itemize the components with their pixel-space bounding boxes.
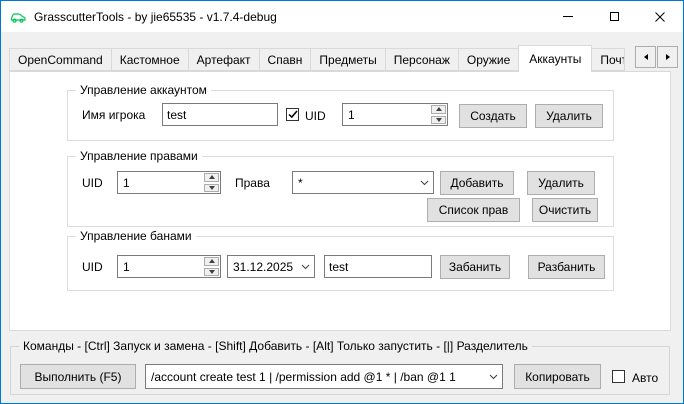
triangle-down-icon [209, 186, 215, 190]
ban-date-picker[interactable]: 31.12.2025 [227, 255, 315, 278]
arrow-right-icon [666, 54, 670, 60]
tab-items[interactable]: Предметы [310, 48, 385, 71]
permission-management-group: Управление правами UID 1 Права * Добавит… [67, 156, 614, 227]
player-name-label: Имя игрока [82, 108, 145, 122]
spinner-buttons [430, 104, 447, 125]
run-command-button[interactable]: Выполнить (F5) [20, 364, 136, 389]
spinner-up-button[interactable] [204, 257, 219, 266]
combo-arrow[interactable] [485, 365, 502, 388]
tab-character[interactable]: Персонаж [385, 48, 459, 71]
add-permission-button[interactable]: Добавить [440, 171, 514, 195]
window-title: GrasscutterTools - by jie65535 - v1.7.4-… [34, 10, 277, 24]
ban-uid-spinner[interactable]: 1 [117, 255, 221, 278]
command-value: /account create test 1 | /permission add… [146, 370, 485, 384]
spinner-buttons [203, 172, 220, 193]
spinner-buttons [203, 256, 220, 277]
titlebar: GrasscutterTools - by jie65535 - v1.7.4-… [1, 1, 683, 32]
tab-scroll-buttons [634, 46, 678, 68]
rights-value: * [293, 176, 416, 190]
ban-button[interactable]: Забанить [440, 255, 510, 279]
rights-combobox[interactable]: * [292, 171, 434, 194]
commands-group: Команды - [Ctrl] Запуск и замена - [Shif… [10, 346, 670, 395]
chevron-down-icon [420, 180, 429, 186]
commands-group-title: Команды - [Ctrl] Запуск и замена - [Shif… [19, 339, 532, 353]
triangle-down-icon [436, 118, 442, 122]
minimize-icon [563, 16, 573, 17]
chevron-down-icon [301, 264, 310, 270]
permission-uid-label: UID [82, 176, 103, 190]
account-uid-spinner[interactable]: 1 [342, 103, 448, 126]
auto-checkbox-label: Авто [632, 371, 658, 385]
remove-permission-button[interactable]: Удалить [527, 171, 595, 195]
triangle-up-icon [209, 175, 215, 179]
ban-uid-label: UID [82, 260, 103, 274]
tab-mail[interactable]: Почта [591, 48, 625, 71]
tab-artifact[interactable]: Артефакт [188, 48, 260, 71]
tab-scroll-right-button[interactable] [657, 46, 678, 68]
spinner-down-button[interactable] [431, 116, 446, 125]
ban-group-title: Управление банами [76, 229, 196, 243]
app-logo-car-icon [10, 9, 26, 25]
permission-uid-value: 1 [118, 172, 203, 193]
tab-accounts-active[interactable]: Аккаунты [518, 45, 592, 72]
ban-management-group: Управление банами UID 1 31.12.2025 Забан… [67, 236, 614, 291]
close-button[interactable] [637, 1, 683, 32]
account-group-title: Управление аккаунтом [76, 83, 211, 97]
ban-date-value: 31.12.2025 [228, 260, 297, 274]
tab-custom[interactable]: Кастомное [111, 48, 189, 71]
spinner-down-button[interactable] [204, 268, 219, 277]
list-permissions-button[interactable]: Список прав [427, 198, 520, 222]
triangle-up-icon [209, 259, 215, 263]
tab-opencommand[interactable]: OpenCommand [9, 48, 112, 71]
command-combobox[interactable]: /account create test 1 | /permission add… [145, 364, 503, 389]
app-window: GrasscutterTools - by jie65535 - v1.7.4-… [0, 0, 684, 404]
player-name-input[interactable] [162, 103, 278, 126]
minimize-button[interactable] [545, 1, 591, 32]
uid-checkbox[interactable] [286, 108, 299, 121]
window-controls [545, 1, 683, 32]
ban-reason-input[interactable] [324, 255, 432, 278]
auto-checkbox[interactable] [612, 370, 625, 383]
close-icon [655, 12, 665, 22]
spinner-down-button[interactable] [204, 184, 219, 193]
clear-permissions-button[interactable]: Очистить [532, 198, 598, 222]
check-icon [288, 110, 298, 119]
uid-checkbox-label: UID [305, 109, 326, 123]
maximize-icon [610, 12, 619, 21]
tab-weapon[interactable]: Оружие [458, 48, 519, 71]
ban-uid-value: 1 [118, 256, 203, 277]
combo-arrow[interactable] [416, 172, 433, 193]
unban-button[interactable]: Разбанить [528, 255, 605, 279]
permission-group-title: Управление правами [76, 149, 202, 163]
tab-spawn[interactable]: Спавн [259, 48, 312, 71]
rights-label: Права [235, 176, 270, 190]
arrow-left-icon [644, 54, 648, 60]
create-account-button[interactable]: Создать [459, 104, 527, 128]
combo-arrow[interactable] [297, 256, 314, 277]
triangle-up-icon [436, 107, 442, 111]
chevron-down-icon [489, 374, 498, 380]
spinner-up-button[interactable] [431, 105, 446, 114]
spinner-up-button[interactable] [204, 173, 219, 182]
delete-account-button[interactable]: Удалить [535, 104, 603, 128]
account-management-group: Управление аккаунтом Имя игрока UID 1 Со… [67, 90, 614, 141]
account-uid-value: 1 [343, 104, 430, 125]
copy-command-button[interactable]: Копировать [514, 364, 601, 389]
permission-uid-spinner[interactable]: 1 [117, 171, 221, 194]
triangle-down-icon [209, 270, 215, 274]
maximize-button[interactable] [591, 1, 637, 32]
tab-scroll-left-button[interactable] [635, 46, 656, 68]
tab-bar: OpenCommand Кастомное Артефакт Спавн Пре… [9, 45, 677, 72]
